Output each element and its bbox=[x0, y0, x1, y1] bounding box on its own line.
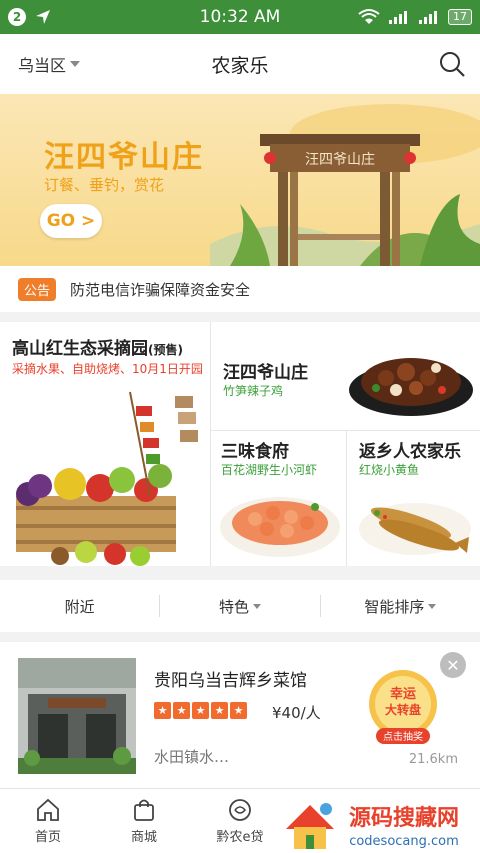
star-icon: ★ bbox=[173, 702, 190, 719]
banner-go-button[interactable]: GO > bbox=[40, 204, 102, 238]
shrimp-dish-image bbox=[220, 497, 340, 557]
signal-icon-2 bbox=[419, 11, 437, 24]
notice-bar[interactable]: 公告 防范电信诈骗保障资金安全 bbox=[0, 266, 480, 312]
promo-banner[interactable]: 汪四爷山庄 汪四爷山庄 订餐、垂钓，赏花 GO > bbox=[0, 94, 480, 266]
loan-icon bbox=[229, 798, 251, 821]
filter-label: 特色 bbox=[218, 597, 249, 616]
banner-subtitle: 订餐、垂钓，赏花 bbox=[44, 176, 165, 194]
distance: 21.6km bbox=[408, 752, 458, 767]
listing-item[interactable]: 贵阳乌当吉辉乡菜馆 ★ ★ ★ ★ ★ ¥40/人 水田镇水… 21.6km 幸… bbox=[0, 642, 480, 788]
location-label: 乌当区 bbox=[18, 56, 67, 75]
card-title: 汪四爷山庄 bbox=[223, 363, 308, 383]
close-icon[interactable]: ✕ bbox=[440, 652, 466, 678]
fruit-basket-image bbox=[16, 391, 198, 566]
search-icon[interactable] bbox=[438, 50, 466, 78]
fish-dish-image bbox=[359, 503, 471, 555]
bottom-nav: 首页 商城 黔农e贷 源码搜藏网 codesocang.com bbox=[0, 788, 480, 853]
nav-home[interactable]: 首页 bbox=[0, 789, 96, 853]
presale-badge: (预售) bbox=[148, 343, 183, 357]
banner-artwork: 汪四爷山庄 bbox=[210, 104, 480, 266]
promo-line-2: 大转盘 bbox=[385, 702, 421, 717]
lucky-wheel-promo[interactable]: 幸运 大转盘 点击抽奖 bbox=[364, 668, 442, 746]
featured-grid: 高山红生态采摘园(预售) 采摘水果、自助烧烤、10月1日开园 汪四爷山庄 竹笋辣… bbox=[0, 322, 480, 566]
chevron-down-icon bbox=[428, 603, 437, 609]
shopping-bag-icon bbox=[134, 799, 154, 821]
location-selector[interactable]: 乌当区 bbox=[18, 52, 81, 76]
card-subtitle: 百花湖野生小河虾 bbox=[221, 463, 318, 477]
restaurant-thumbnail bbox=[18, 658, 136, 774]
card-subtitle: 竹笋辣子鸡 bbox=[223, 384, 284, 398]
nav-label: 商城 bbox=[130, 829, 157, 845]
card-title: 三味食府 bbox=[221, 442, 289, 462]
filter-nearby[interactable]: 附近 bbox=[0, 596, 159, 617]
banner-title: 汪四爷山庄 bbox=[44, 140, 204, 175]
notice-text: 防范电信诈骗保障资金安全 bbox=[70, 280, 251, 299]
filter-feature[interactable]: 特色 bbox=[160, 596, 319, 617]
star-icon: ★ bbox=[230, 702, 247, 719]
featured-title: 高山红生态采摘园 bbox=[12, 339, 148, 359]
battery-indicator: 17 bbox=[448, 9, 472, 25]
chevron-down-icon bbox=[70, 61, 81, 67]
featured-subtitle: 采摘水果、自助烧烤、10月1日开园 bbox=[12, 362, 203, 376]
filter-sort[interactable]: 智能排序 bbox=[321, 596, 480, 617]
nav-loan[interactable]: 黔农e贷 bbox=[192, 789, 288, 853]
featured-card-orchard[interactable]: 高山红生态采摘园(预售) 采摘水果、自助烧烤、10月1日开园 bbox=[0, 322, 210, 566]
filter-bar: 附近 特色 智能排序 bbox=[0, 580, 480, 632]
featured-card-wangsiye[interactable]: 汪四爷山庄 竹笋辣子鸡 bbox=[211, 322, 480, 430]
watermark-logo: 源码搜藏网 codesocang.com bbox=[280, 789, 480, 853]
notice-tag: 公告 bbox=[18, 277, 57, 301]
card-subtitle: 红烧小黄鱼 bbox=[359, 463, 420, 477]
restaurant-address: 水田镇水… bbox=[154, 748, 230, 766]
featured-card-sanwei[interactable]: 三味食府 百花湖野生小河虾 bbox=[211, 431, 346, 566]
filter-label: 附近 bbox=[64, 597, 95, 616]
watermark-url: codesocang.com bbox=[349, 834, 459, 849]
price-per-person: ¥40/人 bbox=[272, 704, 321, 722]
gate-sign-text: 汪四爷山庄 bbox=[305, 151, 375, 168]
nav-mall[interactable]: 商城 bbox=[96, 789, 192, 853]
filter-label: 智能排序 bbox=[364, 597, 425, 616]
watermark-title: 源码搜藏网 bbox=[349, 806, 459, 831]
star-icon: ★ bbox=[154, 702, 171, 719]
card-title: 返乡人农家乐 bbox=[359, 442, 461, 462]
star-icon: ★ bbox=[211, 702, 228, 719]
featured-card-fanxiangren[interactable]: 返乡人农家乐 红烧小黄鱼 bbox=[347, 431, 480, 566]
wifi-icon bbox=[358, 9, 380, 24]
restaurant-name: 贵阳乌当吉辉乡菜馆 bbox=[154, 671, 307, 691]
rating-stars: ★ ★ ★ ★ ★ bbox=[154, 702, 247, 719]
app-header: 乌当区 农家乐 bbox=[0, 34, 480, 94]
nav-label: 首页 bbox=[34, 829, 61, 845]
nav-label: 黔农e贷 bbox=[216, 829, 264, 845]
promo-button: 点击抽奖 bbox=[383, 730, 423, 743]
signal-icon-1 bbox=[389, 11, 407, 24]
star-icon: ★ bbox=[192, 702, 209, 719]
home-icon bbox=[37, 798, 59, 821]
chevron-down-icon bbox=[253, 603, 261, 609]
dish-image bbox=[349, 358, 473, 416]
promo-line-1: 幸运 bbox=[390, 686, 416, 702]
status-bar: 2 10:32 AM 17 bbox=[0, 0, 480, 34]
